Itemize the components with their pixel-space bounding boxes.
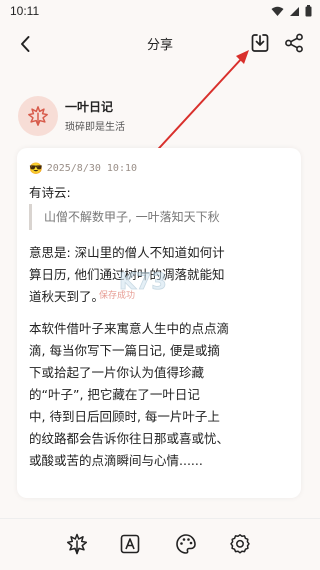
leaf-icon	[28, 106, 48, 126]
entry-line: 意思是: 深山里的僧人不知道如何计	[29, 245, 225, 260]
font-icon	[120, 534, 140, 554]
palette-button[interactable]	[174, 532, 198, 556]
gear-icon	[230, 534, 250, 554]
entry-meta: 😎 2025/8/30 10:10	[29, 162, 137, 175]
entry-line: 滴, 每当你写下一篇日记, 便是或摘	[29, 343, 220, 358]
entry-datetime: 2025/8/30 10:10	[46, 163, 138, 174]
entry-line: 的纹路都会告诉你往日那或喜或忧、	[29, 431, 230, 446]
entry-line: 算日历, 他们通过树叶的凋落就能知	[29, 267, 225, 282]
bottom-toolbar	[0, 518, 320, 570]
entry-line: 中, 待到日后回顾时, 每一片叶子上	[29, 409, 220, 424]
app-card: 一叶日记 琐碎即是生活	[18, 96, 298, 140]
diary-card: 😎 2025/8/30 10:10 有诗云: 山僧不解数甲子, 一叶落知天下秋 …	[17, 148, 301, 498]
leaf-icon	[66, 533, 88, 555]
blockquote: 山僧不解数甲子, 一叶落知天下秋	[29, 204, 301, 230]
theme-button[interactable]	[65, 532, 89, 556]
entry-line: 的“叶子”, 把它藏在了一叶日记	[29, 387, 200, 402]
app-logo	[18, 96, 58, 136]
font-button[interactable]	[118, 532, 142, 556]
settings-button[interactable]	[228, 532, 252, 556]
quote-text: 山僧不解数甲子, 一叶落知天下秋	[44, 210, 220, 224]
entry-line: 有诗云:	[29, 185, 71, 200]
entry-line: 或酸或苦的点滴瞬间与心情......	[29, 453, 203, 468]
mood-emoji: 😎	[29, 162, 43, 175]
watermark-subtext: 保存成功	[99, 291, 136, 301]
palette-icon	[176, 534, 196, 554]
app-name: 一叶日记	[65, 100, 114, 114]
entry-line: 下或拾起了一片你认为值得珍藏	[29, 365, 205, 380]
entry-line: 本软件借叶子来寓意人生中的点点滴	[29, 321, 230, 336]
entry-line: 道秋天到了。	[29, 289, 105, 304]
app-slogan: 琐碎即是生活	[65, 122, 125, 133]
